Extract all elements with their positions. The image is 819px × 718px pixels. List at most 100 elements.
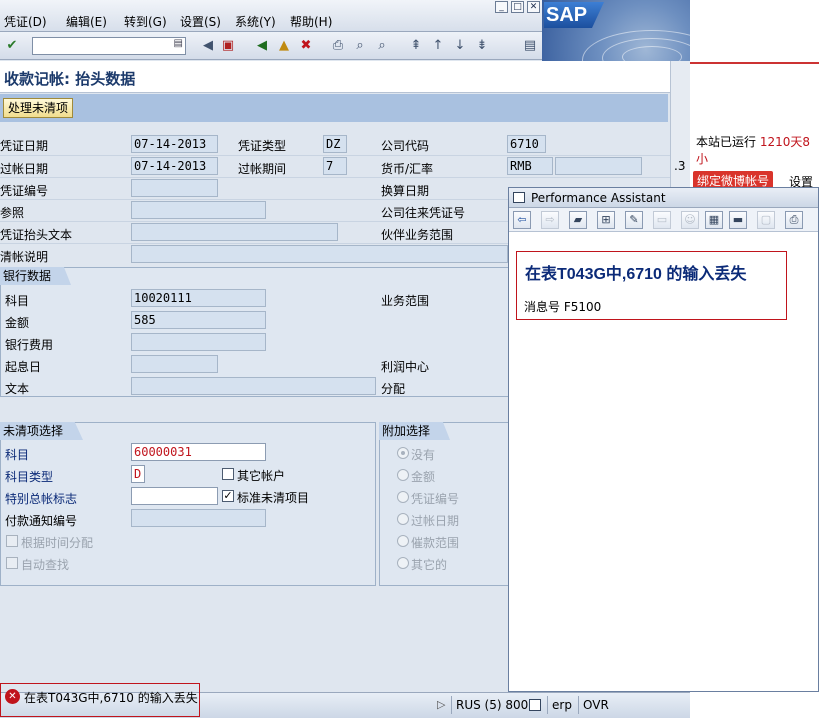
- menu-system[interactable]: 系统(Y): [235, 13, 276, 30]
- server-cell: erp: [547, 696, 576, 714]
- radio-amount-label: 金额: [411, 470, 436, 484]
- special-gl-field[interactable]: [131, 487, 218, 505]
- print-icon[interactable]: ⎙: [330, 38, 346, 54]
- menu-edit[interactable]: 编辑(E): [66, 13, 107, 30]
- radio-amount[interactable]: [397, 469, 409, 481]
- radio-posting-date[interactable]: [397, 513, 409, 525]
- standard-toolbar: ✔ ▤ ◀ ▣ ◀ ▲ ✖ ⎙ ⌕ ⌕ ⇞ ↑ ↓ ⇟ ▤: [0, 32, 542, 60]
- forward-arrow-icon[interactable]: ⇨: [541, 211, 559, 229]
- save-icon[interactable]: ▣: [220, 38, 236, 54]
- doc-date-field[interactable]: 07-14-2013: [131, 135, 218, 153]
- radio-doc-number-label: 凭证编号: [411, 492, 460, 506]
- payment-advice-field[interactable]: [131, 509, 266, 527]
- radio-doc-number[interactable]: [397, 491, 409, 503]
- standard-oi-checkbox[interactable]: ✓: [222, 490, 234, 502]
- error-icon: ✕: [5, 689, 20, 704]
- book-icon[interactable]: ▰: [569, 211, 587, 229]
- distribute-by-age-checkbox[interactable]: [6, 535, 18, 547]
- first-page-icon[interactable]: ⇞: [408, 38, 424, 54]
- partner-ba-label: 伙伴业务范围: [381, 228, 454, 242]
- status-message-box[interactable]: ✕ 在表T043G中,6710 的输入丢失: [0, 683, 200, 717]
- value-date-field[interactable]: [131, 355, 218, 373]
- bank-charges-label: 银行费用: [5, 338, 54, 352]
- user-icon[interactable]: ☺: [681, 211, 699, 229]
- page-title: 收款记帐: 抬头数据: [4, 70, 136, 88]
- menu-settings[interactable]: 设置(S): [180, 13, 221, 30]
- auto-search-checkbox[interactable]: [6, 557, 18, 569]
- standard-oi-label: 标准未清项目: [237, 491, 310, 505]
- find-icon[interactable]: ⌕: [352, 38, 368, 54]
- enter-check-icon[interactable]: ✔: [4, 38, 20, 54]
- exchange-rate-field[interactable]: [555, 157, 642, 175]
- window-switch-icon[interactable]: ▬: [729, 211, 747, 229]
- command-history-icon[interactable]: ▤: [174, 38, 183, 49]
- cancel-icon[interactable]: ✖: [298, 38, 314, 54]
- radio-dunning-area[interactable]: [397, 535, 409, 547]
- exit-icon[interactable]: ▲: [276, 38, 292, 54]
- expand-status-icon[interactable]: ▷: [437, 698, 445, 711]
- insert-mode-cell: OVR: [578, 696, 613, 714]
- amount-field[interactable]: 585: [131, 311, 266, 329]
- open-item-selection-title: 未清项选择: [0, 422, 84, 440]
- doc-type-field[interactable]: DZ: [323, 135, 347, 153]
- radio-other[interactable]: [397, 557, 409, 569]
- comment-icon[interactable]: ▭: [653, 211, 671, 229]
- message-number: 消息号 F5100: [524, 300, 602, 314]
- business-area-label: 业务范围: [381, 294, 430, 308]
- system-info-cell: RUS (5) 800: [451, 696, 532, 714]
- back-icon[interactable]: ◀: [254, 38, 270, 54]
- find-next-icon[interactable]: ⌕: [374, 38, 390, 54]
- sap-logo: SAP: [542, 0, 690, 62]
- company-code-field[interactable]: 6710: [507, 135, 546, 153]
- minimize-button[interactable]: _: [495, 1, 508, 13]
- window-icon: [513, 192, 525, 203]
- last-page-icon[interactable]: ⇟: [474, 38, 490, 54]
- amount-label: 金额: [5, 316, 30, 330]
- period-label: 过帐期间: [238, 162, 287, 176]
- menu-document[interactable]: 凭证(D): [4, 13, 47, 30]
- bank-charges-field[interactable]: [131, 333, 266, 351]
- restore-button[interactable]: □: [511, 1, 524, 13]
- period-field[interactable]: 7: [323, 157, 347, 175]
- menu-help[interactable]: 帮助(H): [290, 13, 332, 30]
- title-bar: 收款记帐: 抬头数据: [0, 61, 670, 93]
- print-icon[interactable]: ⎙: [785, 211, 803, 229]
- table-icon[interactable]: ▦: [705, 211, 723, 229]
- oi-account-field[interactable]: 60000031: [131, 443, 266, 461]
- status-bar: ✕ 在表T043G中,6710 的输入丢失 ▷ RUS (5) 800 erp …: [0, 683, 690, 718]
- system-info-icon[interactable]: [529, 699, 541, 711]
- next-page-icon[interactable]: ↓: [452, 38, 468, 54]
- account-type-field[interactable]: D: [131, 465, 145, 483]
- radio-none[interactable]: [397, 447, 409, 459]
- posting-date-field[interactable]: 07-14-2013: [131, 157, 218, 175]
- edit-icon[interactable]: ✎: [625, 211, 643, 229]
- back-arrow-icon[interactable]: ◀: [200, 38, 216, 54]
- process-open-items-button[interactable]: 处理未清项: [3, 98, 74, 118]
- header-text-field[interactable]: [131, 223, 338, 241]
- bank-text-field[interactable]: [131, 377, 376, 395]
- status-message: 在表T043G中,6710 的输入丢失: [24, 691, 198, 705]
- radio-posting-date-label: 过帐日期: [411, 514, 460, 528]
- close-window-button[interactable]: ✕: [527, 1, 540, 13]
- bank-account-field[interactable]: 10020111: [131, 289, 266, 307]
- doc-number-field[interactable]: [131, 179, 218, 197]
- previous-page-icon[interactable]: ↑: [430, 38, 446, 54]
- performance-assistant-titlebar: Performance Assistant: [509, 188, 818, 208]
- command-field[interactable]: ▤: [32, 37, 186, 55]
- menu-goto[interactable]: 转到(G): [124, 13, 167, 30]
- other-accounts-checkbox[interactable]: [222, 468, 234, 480]
- bank-text-label: 文本: [5, 382, 30, 396]
- performance-assistant-toolbar: ⇦ ⇨ ▰ ⊞ ✎ ▭ ☺ ▦ ▬ ▢ ⎙: [509, 208, 818, 232]
- clearing-text-label: 清帐说明: [0, 250, 49, 264]
- structure-icon[interactable]: ⊞: [597, 211, 615, 229]
- radio-none-label: 没有: [411, 448, 436, 462]
- doc-date-label: 凭证日期: [0, 139, 49, 153]
- layout-menu-icon[interactable]: ▤: [522, 38, 538, 54]
- currency-field[interactable]: RMB: [507, 157, 553, 175]
- reference-field[interactable]: [131, 201, 266, 219]
- clearing-text-field[interactable]: [131, 245, 508, 263]
- back-arrow-icon[interactable]: ⇦: [513, 211, 531, 229]
- notes-icon[interactable]: ▢: [757, 211, 775, 229]
- performance-assistant-title: Performance Assistant: [531, 191, 666, 205]
- doc-number-label: 凭证编号: [0, 184, 49, 198]
